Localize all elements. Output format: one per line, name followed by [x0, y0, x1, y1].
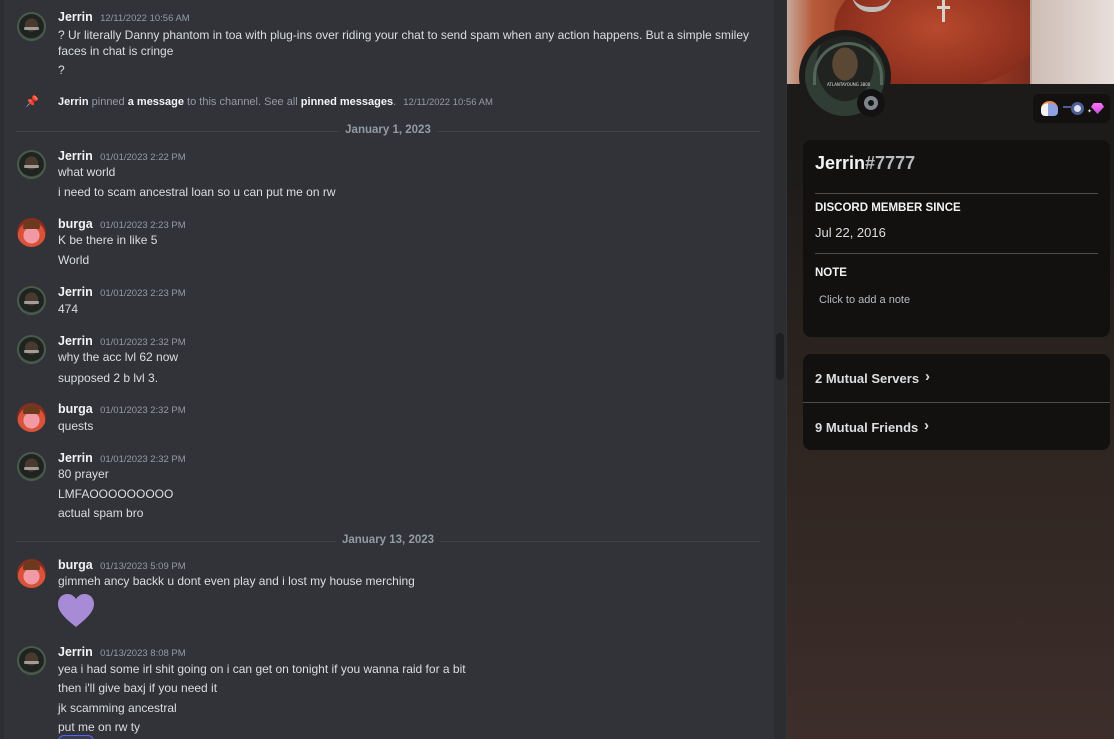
avatar[interactable] — [17, 559, 46, 588]
chat-area: Jerrin 12/11/2022 10:56 AM ? Ur literall… — [0, 0, 776, 739]
pin-notice: 📌 Jerrin pinned a message to this channe… — [0, 95, 776, 111]
mutual-friends-button[interactable]: 9 Mutual Friends › — [803, 403, 1110, 451]
avatar[interactable] — [17, 12, 46, 41]
badge-list — [1033, 94, 1110, 123]
message-text: put me on rw ty — [58, 720, 141, 734]
message-text: faces in chat is cringe — [58, 44, 174, 58]
hypesquad-badge-icon[interactable] — [1041, 101, 1058, 116]
message-author[interactable]: burga — [58, 402, 93, 416]
message-text: LMFAOOOOOOOOO — [58, 487, 174, 501]
pinned-messages-link[interactable]: pinned messages — [301, 96, 393, 108]
message-text: supposed 2 b lvl 3. — [58, 371, 159, 385]
mutual-friends-label: 9 Mutual Friends — [815, 420, 919, 435]
message-text: ? — [58, 63, 65, 77]
discriminator: #7777 — [865, 153, 916, 173]
message-text: K be there in like 5 — [58, 233, 158, 247]
avatar[interactable] — [17, 218, 46, 247]
message-author[interactable]: Jerrin — [58, 10, 93, 24]
server-boost-badge-icon[interactable] — [1087, 101, 1106, 116]
avatar[interactable] — [17, 403, 46, 432]
pin-text-3: . — [393, 96, 397, 108]
username: Jerrin — [815, 153, 866, 173]
message-text: jk scamming ancestral — [58, 701, 177, 715]
message-timestamp: 01/13/2023 5:09 PM — [100, 561, 186, 572]
avatar[interactable] — [17, 286, 46, 315]
chevron-right-icon: › — [925, 368, 930, 385]
profile-info-card: Jerrin#7777 Discord Member Since Jul 22,… — [803, 140, 1110, 337]
pin-text-1: pinned — [88, 96, 128, 108]
reaction-chip[interactable] — [58, 735, 94, 739]
avatar[interactable] — [17, 150, 46, 179]
message-text: World — [58, 253, 90, 267]
pinned-message-link[interactable]: a message — [128, 96, 184, 108]
message-author[interactable]: Jerrin — [58, 451, 93, 465]
avatar[interactable] — [17, 452, 46, 481]
nitro-badge-icon[interactable] — [1063, 101, 1084, 116]
avatar[interactable] — [17, 335, 46, 364]
message-text: actual spam bro — [58, 506, 144, 520]
message-text: quests — [58, 419, 94, 433]
purple-heart-emoji — [58, 594, 94, 627]
date-divider-label: January 1, 2023 — [339, 124, 437, 136]
message-timestamp: 01/01/2023 2:32 PM — [100, 454, 186, 465]
banner-door — [1030, 0, 1114, 84]
profile-username: Jerrin#7777 — [815, 153, 915, 174]
divider — [815, 253, 1098, 254]
message-text: ? Ur literally Danny phantom in toa with… — [58, 28, 750, 42]
message-timestamp: 12/11/2022 10:56 AM — [100, 13, 190, 24]
note-input[interactable] — [815, 290, 1098, 310]
message-text: then i'll give baxj if you need it — [58, 681, 218, 695]
message-text: 474 — [58, 302, 79, 316]
member-since-label: Discord Member Since — [815, 202, 961, 214]
avatar-caption: ATLANTAYOUNG 3800 — [827, 82, 871, 87]
message-text: why the acc lvl 62 now — [58, 350, 179, 364]
message-timestamp: 01/13/2023 8:08 PM — [100, 648, 186, 659]
message-timestamp: 01/01/2023 2:32 PM — [100, 405, 186, 416]
message-author[interactable]: Jerrin — [58, 334, 93, 348]
message-author[interactable]: burga — [58, 558, 93, 572]
mutuals-card: 2 Mutual Servers › 9 Mutual Friends › — [803, 354, 1110, 450]
offline-status-icon — [864, 96, 878, 110]
pin-timestamp: 12/11/2022 10:56 AM — [403, 97, 493, 108]
message-text: yea i had some irl shit going on i can g… — [58, 662, 466, 676]
note-label: Note — [815, 267, 847, 279]
pin-actor[interactable]: Jerrin — [58, 96, 89, 108]
divider — [815, 193, 1098, 194]
pin-text-2: to this channel. See all — [184, 96, 301, 108]
mutual-servers-button[interactable]: 2 Mutual Servers › — [803, 354, 1110, 402]
message-timestamp: 01/01/2023 2:23 PM — [100, 220, 186, 231]
message-timestamp: 01/01/2023 2:23 PM — [100, 288, 186, 299]
message-text: gimmeh ancy backk u dont even play and i… — [58, 574, 415, 588]
banner-cross — [942, 0, 945, 22]
member-since-value: Jul 22, 2016 — [815, 225, 886, 240]
message-text: what world — [58, 165, 116, 179]
chat-scrollbar-thumb[interactable] — [776, 333, 784, 380]
message-timestamp: 01/01/2023 2:32 PM — [100, 337, 186, 348]
message-text: i need to scam ancestral loan so u can p… — [58, 185, 336, 199]
message-author[interactable]: Jerrin — [58, 149, 93, 163]
avatar[interactable] — [17, 646, 46, 675]
pin-icon: 📌 — [25, 96, 39, 108]
message-text: 80 prayer — [58, 467, 109, 481]
user-profile-panel: ATLANTAYOUNG 3800 Jerrin#7777 Discord Me… — [787, 0, 1114, 739]
chevron-right-icon: › — [924, 417, 929, 434]
message-author[interactable]: Jerrin — [58, 285, 93, 299]
date-divider-label: January 13, 2023 — [335, 534, 441, 546]
message-author[interactable]: burga — [58, 217, 93, 231]
mutual-servers-label: 2 Mutual Servers — [815, 371, 920, 386]
message-author[interactable]: Jerrin — [58, 645, 93, 659]
message-timestamp: 01/01/2023 2:22 PM — [100, 152, 186, 163]
